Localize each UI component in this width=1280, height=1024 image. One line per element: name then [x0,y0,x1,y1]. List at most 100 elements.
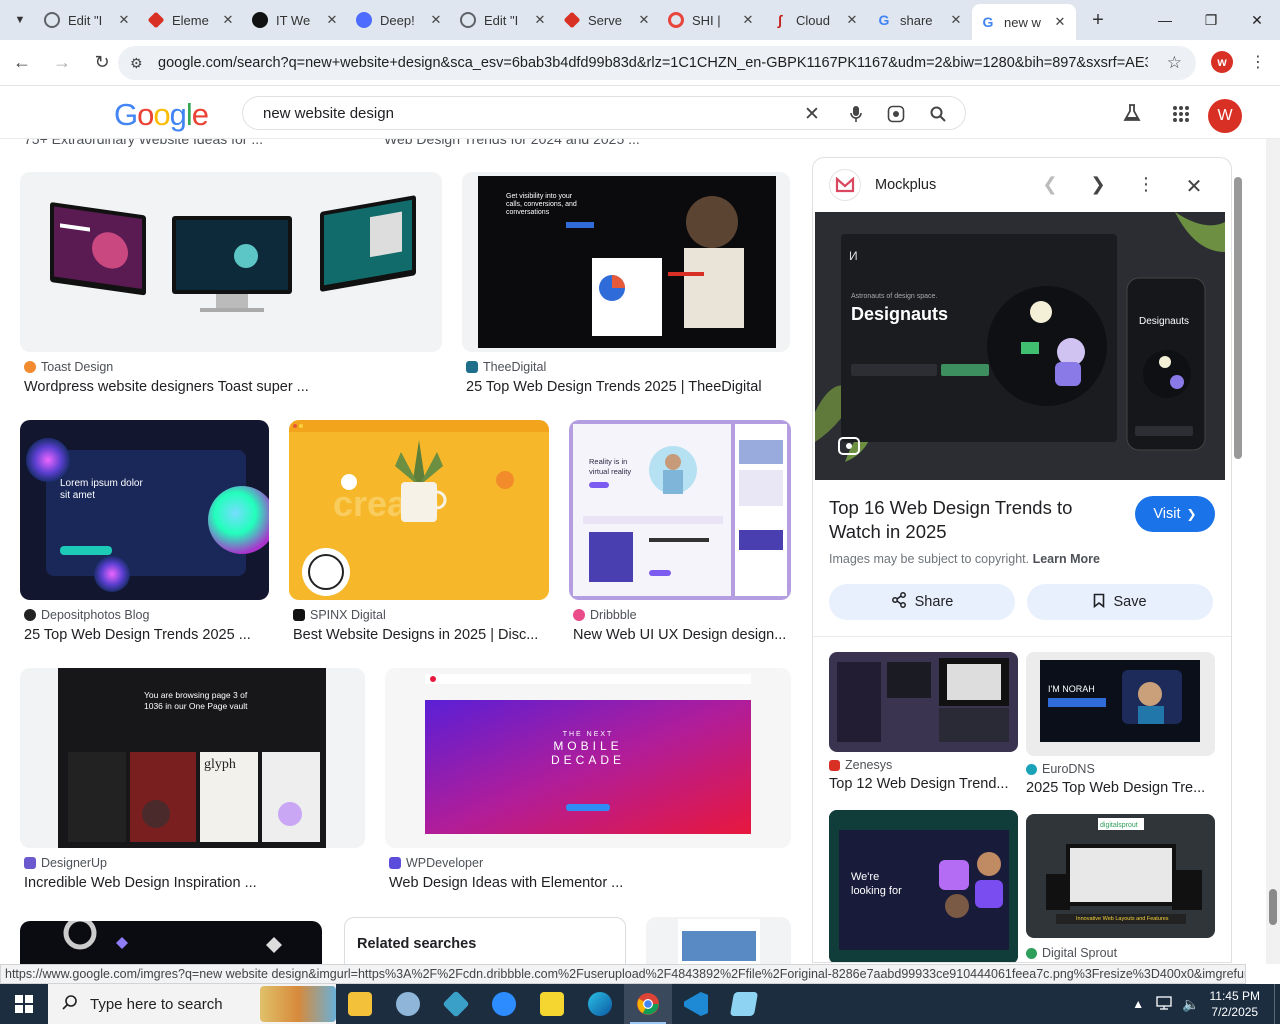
tab-3[interactable]: IT We ✕ [244,4,348,36]
result-image-toast[interactable] [20,172,442,352]
result-source[interactable]: Toast Design [24,360,113,374]
related-image-eurodns[interactable]: I'M NORAH [1026,652,1215,756]
result-title[interactable]: Best Website Designs in 2025 | Disc... [293,627,545,643]
tab-2[interactable]: Eleme ✕ [140,4,244,36]
result-source[interactable]: Depositphotos Blog [24,608,149,622]
related-image-digitalsprout[interactable]: digitalsprout Innovative Web Layouts and … [1026,814,1215,938]
search-box[interactable]: new website design ✕ [242,96,966,130]
result-title-partial[interactable]: Web Design Trends for 2024 and 2025 ... [384,139,640,147]
edge-icon[interactable] [576,984,624,1024]
site-info-icon[interactable]: ⚙ [130,55,152,72]
windows-start-icon[interactable] [0,984,48,1024]
apps-grid-icon[interactable] [1172,105,1190,128]
related-title[interactable]: 2025 Top Web Design Tre... [1026,780,1212,796]
preview-title[interactable]: Top 16 Web Design Trends to Watch in 202… [829,496,1129,544]
window-close-icon[interactable]: ✕ [1234,0,1280,40]
lens-icon[interactable] [885,103,907,125]
related-source[interactable]: Digital Sprout [1026,946,1117,960]
result-title[interactable]: 25 Top Web Design Trends 2025 ... [24,627,274,643]
close-icon[interactable]: ✕ [740,12,756,28]
result-title[interactable]: 25 Top Web Design Trends 2025 | TheeDigi… [466,379,796,395]
close-icon[interactable]: ✕ [428,12,444,28]
share-button[interactable]: Share [829,584,1015,620]
browser-menu-icon[interactable]: ⋮ [1250,52,1266,72]
result-source[interactable]: WPDeveloper [389,856,483,870]
back-icon[interactable]: ← [4,45,40,81]
app-icon-notes[interactable] [720,984,768,1024]
volume-icon[interactable]: 🔈 [1182,996,1199,1013]
close-icon[interactable]: ✕ [1052,14,1068,30]
result-source[interactable]: Dribbble [573,608,637,622]
reload-icon[interactable]: ↻ [84,45,120,81]
search-input[interactable]: new website design [263,105,394,122]
minimize-icon[interactable]: — [1142,0,1188,40]
result-image-depositphotos[interactable]: Lorem ipsum dolor sit amet [20,420,269,600]
panel-scrollbar[interactable] [1232,165,1244,960]
network-icon[interactable] [1156,995,1172,1013]
next-icon[interactable]: ❯ [1087,174,1109,195]
forward-icon[interactable]: → [44,45,80,81]
bookmark-star-icon[interactable]: ☆ [1167,53,1182,73]
url-text[interactable]: google.com/search?q=new+website+design&s… [158,55,1148,71]
close-icon[interactable]: ✕ [324,12,340,28]
labs-flask-icon[interactable] [1122,103,1142,128]
tab-4[interactable]: Deep! ✕ [348,4,452,36]
search-icon[interactable] [927,103,949,125]
save-button[interactable]: Save [1027,584,1213,620]
result-image-partial[interactable] [646,917,791,964]
result-image-designerup[interactable]: You are browsing page 3 of 1036 in our O… [20,668,365,848]
chevron-up-icon[interactable]: ▲ [1132,997,1144,1011]
result-source[interactable]: DesignerUp [24,856,107,870]
learn-more-link[interactable]: Learn More [1033,552,1100,566]
address-bar[interactable]: ⚙ google.com/search?q=new+website+design… [118,46,1196,80]
google-logo[interactable]: Google [114,97,209,133]
close-icon[interactable]: ✕ [116,12,132,28]
close-icon[interactable]: ✕ [636,12,652,28]
new-tab-button[interactable]: + [1082,9,1114,32]
result-title-partial[interactable]: 75+ Extraordinary Website Ideas for ... [24,139,263,147]
related-title[interactable]: Top 12 Web Design Trend... [829,776,1015,792]
sticky-notes-icon[interactable] [528,984,576,1024]
account-avatar[interactable]: W [1208,99,1242,133]
result-source[interactable]: TheeDigital [466,360,546,374]
related-image-looking[interactable]: We're looking for [829,810,1018,962]
browser-profile-avatar[interactable]: w [1211,51,1233,73]
tab-9[interactable]: Gshare ✕ [868,4,972,36]
previous-icon[interactable]: ❮ [1039,174,1061,195]
more-options-icon[interactable]: ⋮ [1135,174,1157,195]
file-explorer-icon[interactable] [336,984,384,1024]
page-scrollbar-thumb[interactable] [1269,889,1277,925]
tab-7[interactable]: SHI | ✕ [660,4,764,36]
clock[interactable]: 11:45 PM 7/2/2025 [1210,988,1260,1020]
result-image-dribbble[interactable]: Reality is in virtual reality [569,420,791,600]
zoom-icon[interactable] [480,984,528,1024]
app-icon-cube[interactable] [432,984,480,1024]
preview-site-name[interactable]: Mockplus [875,177,936,193]
result-title[interactable]: New Web UI UX Design design... [573,627,791,643]
close-icon[interactable]: ✕ [948,12,964,28]
close-icon[interactable]: ✕ [220,12,236,28]
restore-icon[interactable]: ❐ [1188,0,1234,40]
close-preview-icon[interactable]: ✕ [1183,174,1205,199]
result-image-spinx[interactable]: create [289,420,549,600]
visit-button[interactable]: Visit ❯ [1135,496,1215,532]
panel-scrollbar-thumb[interactable] [1234,177,1242,459]
clear-icon[interactable]: ✕ [801,103,823,125]
app-icon-paint[interactable] [384,984,432,1024]
related-source[interactable]: Zenesys [829,758,892,772]
tab-6[interactable]: Serve ✕ [556,4,660,36]
result-title[interactable]: Wordpress website designers Toast super … [24,379,434,395]
related-source[interactable]: EuroDNS [1026,762,1095,776]
tab-5[interactable]: Edit "I ✕ [452,4,556,36]
taskbar-search-box[interactable]: Type here to search [48,984,336,1024]
close-icon[interactable]: ✕ [844,12,860,28]
result-source[interactable]: SPINX Digital [293,608,386,622]
result-image-theedigital[interactable]: Get visibility into your calls, conversi… [462,172,790,352]
voice-search-icon[interactable] [845,103,867,125]
vscode-icon[interactable] [672,984,720,1024]
result-image-partial[interactable] [20,921,322,964]
tab-search-icon[interactable]: ▼ [4,4,36,36]
result-image-elementor[interactable]: THE NEXT MOBILE DECADE [385,668,791,848]
chrome-icon[interactable] [624,984,672,1024]
tab-1[interactable]: Edit "I ✕ [36,4,140,36]
